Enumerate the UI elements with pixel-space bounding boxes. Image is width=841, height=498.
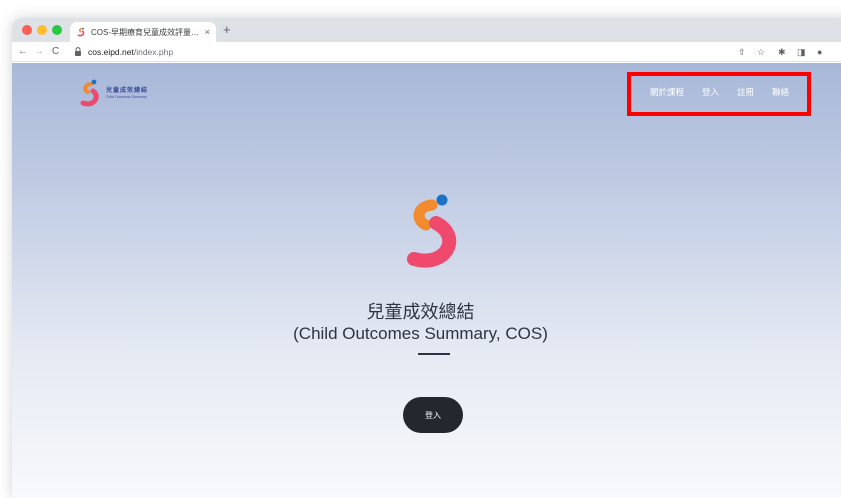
close-window-button[interactable] bbox=[22, 25, 32, 35]
hero-title-chinese: 兒童成效總結 bbox=[366, 302, 475, 322]
browser-toolbar: ← → C cos.eipd.net/index.php ⇧ ☆ ✱ ◨ ● bbox=[12, 42, 841, 62]
login-button[interactable]: 登入 bbox=[403, 397, 463, 433]
lock-icon[interactable] bbox=[74, 47, 82, 56]
new-tab-button[interactable]: + bbox=[223, 22, 231, 38]
nav-link-register[interactable]: 註冊 bbox=[737, 86, 754, 98]
minimize-window-button[interactable] bbox=[37, 25, 47, 35]
nav-link-login[interactable]: 登入 bbox=[702, 86, 719, 98]
tab-strip: COS-早期療育兒童成效評量總結 × + bbox=[12, 18, 841, 42]
page-viewport: 兒童成效總結 Child Outcomes Summary 關於課程 登入 註冊… bbox=[12, 63, 841, 498]
browser-window: COS-早期療育兒童成效評量總結 × + ← → C cos.eipd.net/… bbox=[12, 18, 841, 498]
extensions-icon[interactable]: ✱ bbox=[778, 45, 786, 59]
share-icon[interactable]: ⇧ bbox=[738, 45, 746, 59]
site-favicon-icon bbox=[77, 27, 85, 37]
profile-icon[interactable]: ● bbox=[817, 45, 822, 59]
bookmark-star-icon[interactable]: ☆ bbox=[757, 45, 765, 59]
site-logo[interactable]: 兒童成效總結 Child Outcomes Summary bbox=[78, 78, 148, 108]
maximize-window-button[interactable] bbox=[52, 25, 62, 35]
tab-close-icon[interactable]: × bbox=[205, 27, 210, 37]
url-host: cos.eipd.net bbox=[88, 47, 134, 57]
title-divider bbox=[418, 353, 450, 355]
side-panel-icon[interactable]: ◨ bbox=[797, 45, 806, 59]
url-path: /index.php bbox=[133, 47, 174, 57]
logo-english-text: Child Outcomes Summary bbox=[106, 94, 147, 99]
browser-tab[interactable]: COS-早期療育兒童成效評量總結 × bbox=[70, 22, 216, 42]
address-bar[interactable]: cos.eipd.net/index.php bbox=[88, 46, 173, 58]
forward-arrow-icon[interactable]: → bbox=[34, 45, 44, 59]
cos-logo-icon bbox=[80, 79, 99, 107]
back-arrow-icon[interactable]: ← bbox=[18, 45, 28, 59]
site-nav: 關於課程 登入 註冊 聯絡 bbox=[650, 86, 789, 98]
nav-link-contact[interactable]: 聯絡 bbox=[772, 86, 789, 98]
nav-link-about-course[interactable]: 關於課程 bbox=[650, 86, 684, 98]
logo-chinese-text: 兒童成效總結 bbox=[106, 87, 149, 94]
hero-cos-logo-icon bbox=[407, 194, 456, 268]
tab-title: COS-早期療育兒童成效評量總結 bbox=[91, 27, 201, 37]
hero-title-english: (Child Outcomes Summary, COS) bbox=[293, 324, 548, 343]
reload-icon[interactable]: C bbox=[52, 45, 59, 59]
